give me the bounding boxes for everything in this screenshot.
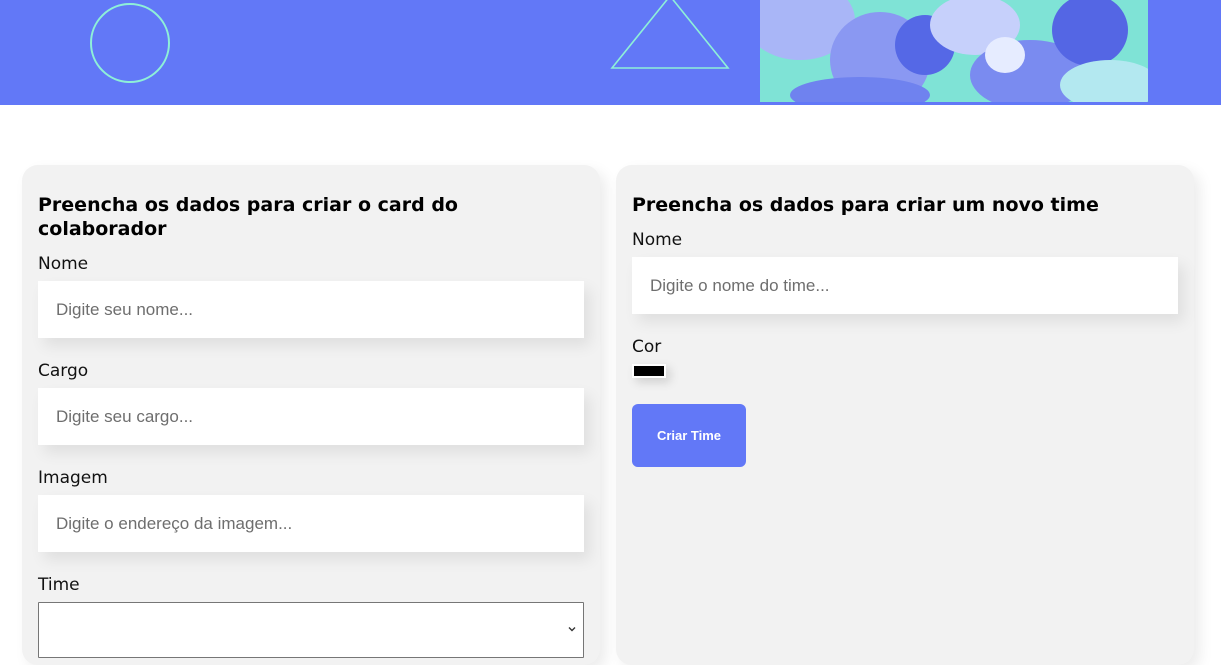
team-label: Time	[38, 575, 80, 595]
team-name-label: Nome	[632, 230, 683, 250]
chevron-down-icon	[568, 627, 576, 632]
color-picker-swatch	[634, 366, 664, 376]
team-select[interactable]	[38, 602, 584, 658]
collaborator-form: Preencha os dados para criar o card do c…	[22, 165, 600, 665]
name-input[interactable]	[38, 281, 584, 338]
team-form: Preencha os dados para criar um novo tim…	[616, 165, 1194, 665]
team-form-title: Preencha os dados para criar um novo tim…	[632, 194, 1099, 216]
banner	[0, 0, 1221, 105]
circle-outline-icon	[90, 3, 170, 83]
create-team-button[interactable]: Criar Time	[632, 404, 746, 467]
collaborator-form-title: Preencha os dados para criar o card do c…	[38, 194, 458, 240]
team-name-input[interactable]	[632, 257, 1178, 314]
team-photo	[760, 0, 1148, 102]
color-picker[interactable]	[632, 364, 666, 378]
image-label: Imagem	[38, 468, 108, 488]
color-label: Cor	[632, 337, 662, 357]
name-label: Nome	[38, 254, 89, 274]
role-label: Cargo	[38, 361, 89, 381]
image-url-input[interactable]	[38, 495, 584, 552]
role-input[interactable]	[38, 388, 584, 445]
triangle-outline-icon	[610, 0, 730, 69]
